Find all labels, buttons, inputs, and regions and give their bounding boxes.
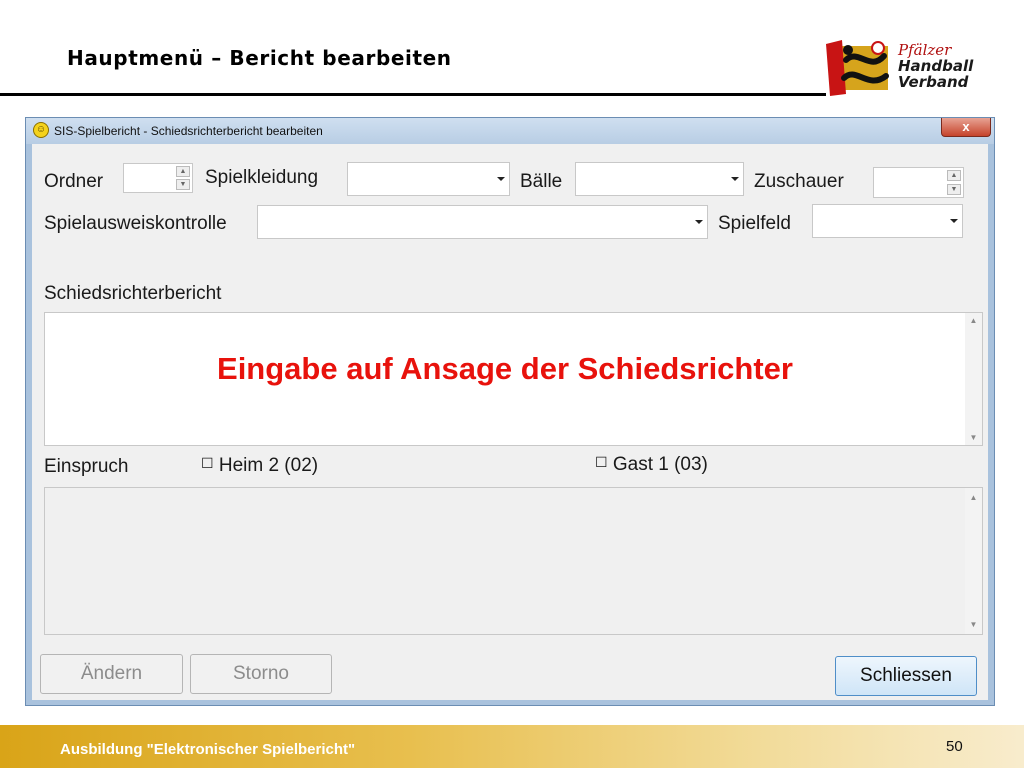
gast-checkbox[interactable]: ☐ Gast 1 (03) xyxy=(595,454,708,476)
checkbox-icon: ☐ xyxy=(201,455,214,471)
report-overlay-text: Eingabe auf Ansage der Schiedsrichter xyxy=(217,351,793,386)
slide-title: Hauptmenü – Bericht bearbeiten xyxy=(67,46,452,70)
gast-checkbox-label: Gast 1 (03) xyxy=(612,454,708,475)
storno-button[interactable]: Storno xyxy=(190,654,332,694)
spin-down-icon[interactable]: ▼ xyxy=(176,179,190,190)
heim-checkbox[interactable]: ☐ Heim 2 (02) xyxy=(201,455,318,477)
aendern-button[interactable]: Ändern xyxy=(40,654,183,694)
checkbox-icon: ☐ xyxy=(595,454,608,470)
report-scrollbar[interactable]: ▲ ▼ xyxy=(965,313,982,445)
ordner-label: Ordner xyxy=(44,171,104,192)
chevron-down-icon xyxy=(497,177,505,181)
scroll-up-icon[interactable]: ▲ xyxy=(965,316,982,325)
close-button[interactable]: x xyxy=(941,118,991,137)
zuschauer-label: Zuschauer xyxy=(754,171,844,192)
page-number: 50 xyxy=(946,738,963,755)
logo-line-2: Handball xyxy=(898,57,974,75)
footer-text: Ausbildung "Elektronischer Spielbericht" xyxy=(60,741,356,758)
baelle-label: Bälle xyxy=(520,171,563,192)
spielausweiskontrolle-dropdown[interactable] xyxy=(257,205,708,239)
heim-checkbox-label: Heim 2 (02) xyxy=(218,455,319,476)
spielausweiskontrolle-label: Spielausweiskontrolle xyxy=(44,213,227,234)
window-client: Ordner ▲ ▼ Spielkleidung Bälle Zuschauer… xyxy=(32,144,988,700)
baelle-dropdown[interactable] xyxy=(575,162,744,196)
spielkleidung-label: Spielkleidung xyxy=(205,167,319,188)
scroll-down-icon[interactable]: ▼ xyxy=(965,620,982,629)
title-rule xyxy=(0,93,826,96)
schliessen-button[interactable]: Schliessen xyxy=(835,656,977,696)
schiedsrichterbericht-label: Schiedsrichterbericht xyxy=(44,283,222,304)
chevron-down-icon xyxy=(950,219,958,223)
smiley-icon: ☺ xyxy=(33,122,49,138)
footer-bar: Ausbildung "Elektronischer Spielbericht"… xyxy=(0,725,1024,768)
spielkleidung-dropdown[interactable] xyxy=(347,162,510,196)
window-title: SIS-Spielbericht - Schiedsrichterbericht… xyxy=(54,124,323,138)
einspruch-scrollbar[interactable]: ▲ ▼ xyxy=(965,488,982,634)
handball-player-logo-mark xyxy=(826,40,889,96)
zuschauer-stepper[interactable]: ▲ ▼ xyxy=(873,167,964,198)
scroll-down-icon[interactable]: ▼ xyxy=(965,433,982,442)
spin-up-icon[interactable]: ▲ xyxy=(176,166,190,177)
scroll-up-icon[interactable]: ▲ xyxy=(965,493,982,502)
handball-verband-logo: Pfälzer Handball Verband xyxy=(826,38,986,96)
einspruch-textarea[interactable]: ▲ ▼ xyxy=(44,487,983,635)
window-titlebar: ☺ SIS-Spielbericht - Schiedsrichterberic… xyxy=(26,118,994,144)
ordner-spinner: ▲ ▼ xyxy=(176,166,190,190)
spielfeld-dropdown[interactable] xyxy=(812,204,963,238)
logo-line-3: Verband xyxy=(898,73,969,91)
spin-up-icon[interactable]: ▲ xyxy=(947,170,961,181)
chevron-down-icon xyxy=(695,220,703,224)
spielfeld-label: Spielfeld xyxy=(718,213,791,234)
ordner-stepper[interactable]: ▲ ▼ xyxy=(123,163,193,193)
schiedsrichterbericht-textarea[interactable]: Eingabe auf Ansage der Schiedsrichter ▲ … xyxy=(44,312,983,446)
report-window: ☺ SIS-Spielbericht - Schiedsrichterberic… xyxy=(25,117,995,706)
einspruch-label: Einspruch xyxy=(44,456,129,477)
logo-line-1: Pfälzer xyxy=(898,41,952,59)
logo-text: Pfälzer Handball Verband xyxy=(898,42,973,90)
chevron-down-icon xyxy=(731,177,739,181)
zuschauer-spinner: ▲ ▼ xyxy=(947,170,961,195)
spin-down-icon[interactable]: ▼ xyxy=(947,184,961,195)
